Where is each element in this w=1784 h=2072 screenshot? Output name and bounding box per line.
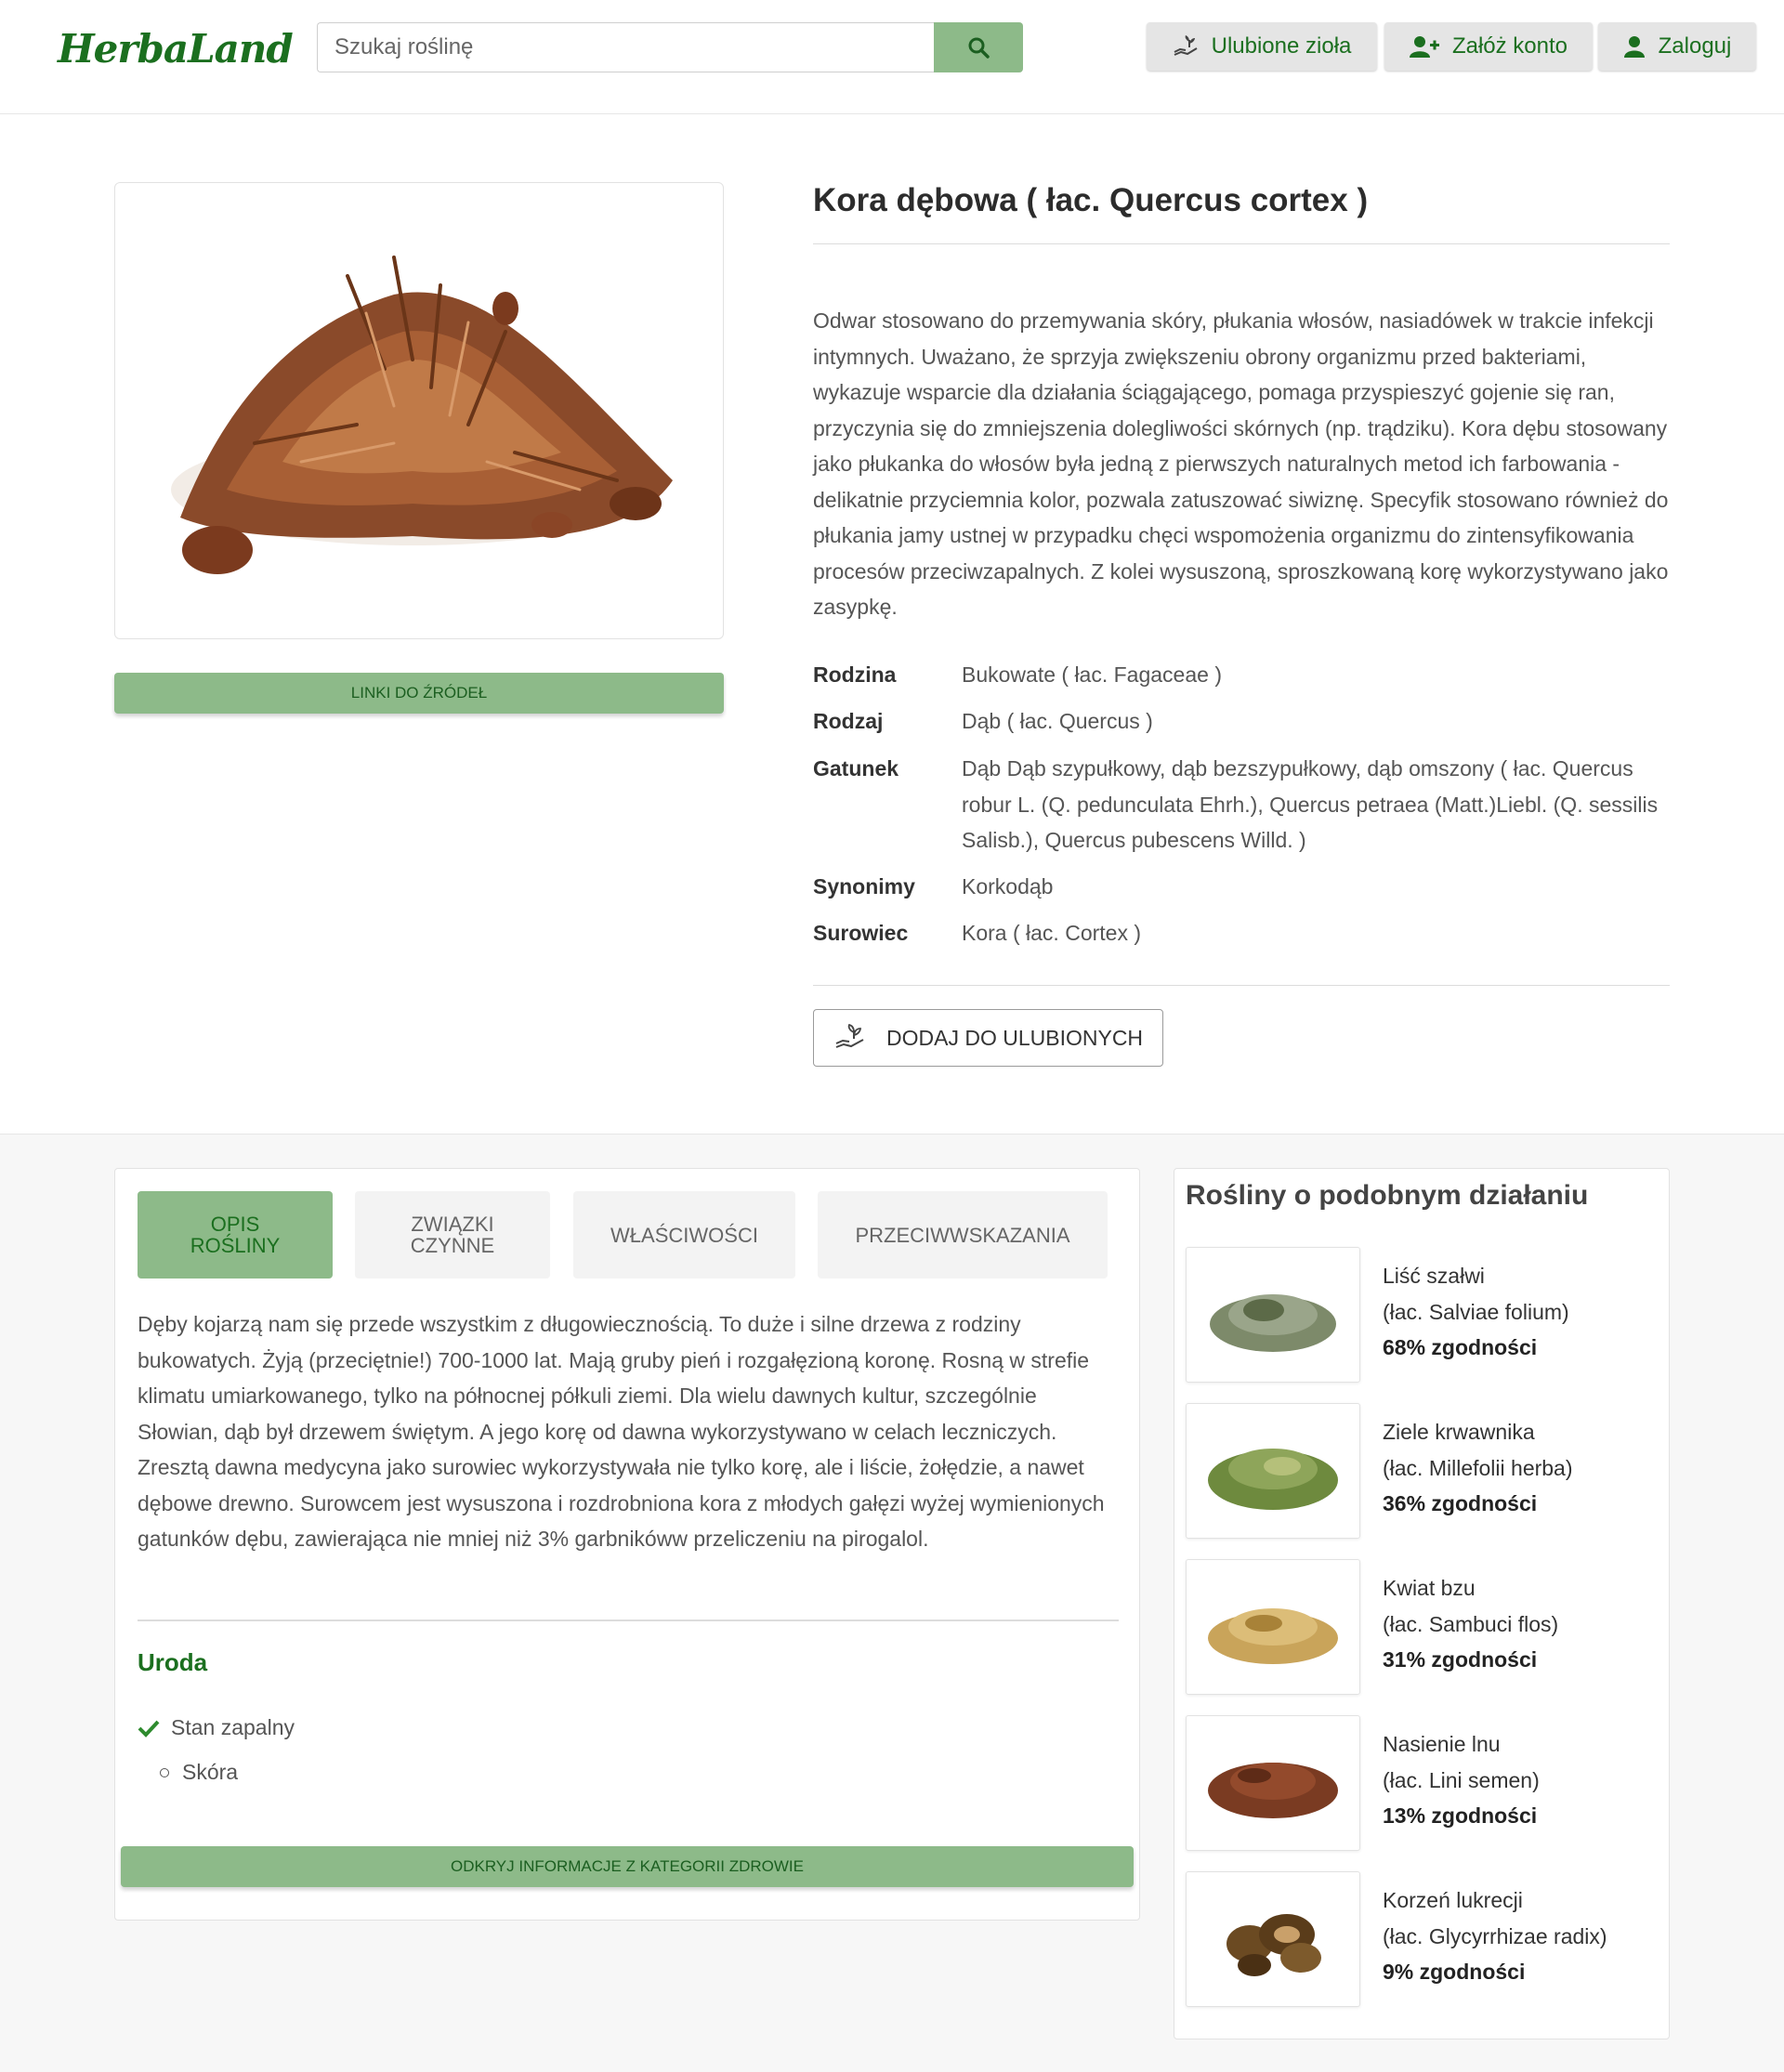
plant-latin: (łac. Salviae folium) <box>1383 1299 1569 1324</box>
search-icon <box>968 37 990 59</box>
plant-thumbnail <box>1186 1871 1360 2007</box>
info-row-synonyms: Synonimy Korkodąb <box>813 869 1670 905</box>
register-button[interactable]: Załóż konto <box>1384 22 1593 71</box>
similar-plant-item[interactable]: Liść szałwi (łac. Salviae folium) 68% zg… <box>1186 1247 1659 1383</box>
info-value[interactable]: Bukowate ( łac. Fagaceae ) <box>962 657 1670 693</box>
plant-match: 9% zgodności <box>1383 1960 1526 1984</box>
plant-match: 13% zgodności <box>1383 1803 1538 1828</box>
search-button[interactable] <box>934 22 1023 72</box>
info-row-genus: Rodzaj Dąb ( łac. Quercus ) <box>813 703 1670 740</box>
similar-plant-item[interactable]: Nasienie lnu (łac. Lini semen) 13% zgodn… <box>1186 1715 1659 1851</box>
info-row-species: Gatunek Dąb Dąb szypułkowy, dąb bezszypu… <box>813 751 1670 859</box>
plant-name: Liść szałwi <box>1383 1264 1485 1288</box>
info-value[interactable]: Kora ( łac. Cortex ) <box>962 915 1670 951</box>
plant-image <box>171 256 673 574</box>
add-to-favorites-button[interactable]: DODAJ DO ULUBIONYCH <box>813 1009 1163 1067</box>
info-label: Rodzina <box>813 662 897 687</box>
tab-contraindications[interactable]: PRZECIWWSKAZANIA <box>818 1191 1108 1279</box>
checked-list-item: Stan zapalny <box>138 1715 295 1740</box>
info-value[interactable]: Dąb ( łac. Quercus ) <box>962 703 1670 740</box>
info-label: Gatunek <box>813 756 899 780</box>
check-icon <box>138 1720 160 1738</box>
plant-info: Ziele krwawnika (łac. Millefolii herba) … <box>1383 1414 1573 1522</box>
plant-info: Liść szałwi (łac. Salviae folium) 68% zg… <box>1383 1258 1569 1366</box>
info-row-raw-material: Surowiec Kora ( łac. Cortex ) <box>813 915 1670 951</box>
register-label: Załóż konto <box>1451 33 1568 59</box>
plant-description: Odwar stosowano do przemywania skóry, pł… <box>813 308 1669 619</box>
info-divider <box>813 985 1670 986</box>
plant-match: 68% zgodności <box>1383 1335 1538 1359</box>
checked-item-label: Stan zapalny <box>171 1715 295 1739</box>
similar-plants-card: Rośliny o podobnym działaniu Liść szałwi… <box>1174 1168 1670 2039</box>
tab-content-divider <box>138 1620 1119 1621</box>
title-divider <box>813 243 1670 244</box>
user-icon <box>1623 36 1645 58</box>
logo-text[interactable]: HerbaLand <box>58 26 294 72</box>
search-bar <box>317 22 1023 72</box>
info-row-family: Rodzina Bukowate ( łac. Fagaceae ) <box>813 657 1670 693</box>
plant-thumbnail <box>1186 1715 1360 1851</box>
similar-plants-title: Rośliny o podobnym działaniu <box>1186 1180 1589 1211</box>
plant-name: Nasienie lnu <box>1383 1732 1501 1756</box>
tab-active-compounds[interactable]: ZWIĄZKI CZYNNE <box>355 1191 550 1279</box>
seed-pile-image <box>1208 1763 1338 1818</box>
tab-properties[interactable]: WŁAŚCIWOŚCI <box>573 1191 795 1279</box>
favorite-herbs-button[interactable]: Ulubione zioła <box>1147 22 1377 71</box>
plant-thumbnail <box>1186 1403 1360 1539</box>
herb-pile-image <box>1208 1449 1338 1510</box>
hand-plant-icon <box>1174 35 1198 56</box>
login-label: Zaloguj <box>1658 33 1732 59</box>
tab-content-text: Dęby kojarzą nam się przede wszystkim z … <box>138 1312 1105 1551</box>
tab-label: WŁAŚCIWOŚCI <box>610 1223 758 1247</box>
tab-label: ZWIĄZKI CZYNNE <box>410 1213 495 1257</box>
sources-links-button[interactable]: LINKI DO ŹRÓDEŁ <box>114 673 724 714</box>
plant-thumbnail <box>1186 1559 1360 1695</box>
bullet-icon <box>160 1767 169 1777</box>
favorite-herbs-label: Ulubione zioła <box>1211 33 1352 59</box>
search-input[interactable] <box>317 22 934 72</box>
info-value: Korkodąb <box>962 874 1054 898</box>
login-button[interactable]: Zaloguj <box>1598 22 1756 71</box>
tab-label: OPIS ROŚLINY <box>190 1213 281 1257</box>
user-plus-icon <box>1409 36 1439 58</box>
health-category-button[interactable]: ODKRYJ INFORMACJE Z KATEGORII ZDROWIE <box>121 1846 1134 1887</box>
add-to-favorites-label: DODAJ DO ULUBIONYCH <box>886 1025 1144 1050</box>
plant-name: Ziele krwawnika <box>1383 1420 1535 1444</box>
plant-match: 31% zgodności <box>1383 1647 1538 1672</box>
plant-name: Kwiat bzu <box>1383 1576 1476 1600</box>
info-label: Rodzaj <box>813 709 884 733</box>
plant-name: Korzeń lukrecji <box>1383 1888 1523 1912</box>
sub-item-label: Skóra <box>182 1760 239 1784</box>
site-header: HerbaLand Ulubione zioła Załóż konto Zal… <box>0 0 1784 114</box>
similar-plant-item[interactable]: Ziele krwawnika (łac. Millefolii herba) … <box>1186 1403 1659 1539</box>
tab-label: PRZECIWWSKAZANIA <box>855 1223 1070 1247</box>
plant-info: Kwiat bzu (łac. Sambuci flos) 31% zgodno… <box>1383 1570 1558 1678</box>
plant-latin: (łac. Sambuci flos) <box>1383 1611 1559 1636</box>
logo[interactable]: HerbaLand <box>48 19 294 80</box>
similar-plant-item[interactable]: Kwiat bzu (łac. Sambuci flos) 31% zgodno… <box>1186 1559 1659 1695</box>
plant-info: Korzeń lukrecji (łac. Glycyrrhizae radix… <box>1383 1882 1607 1990</box>
sub-list-item: Skóra <box>160 1760 238 1785</box>
plant-latin: (łac. Lini semen) <box>1383 1767 1540 1792</box>
plant-latin: (łac. Glycyrrhizae radix) <box>1383 1923 1607 1948</box>
herb-pile-image <box>1210 1294 1336 1352</box>
plant-latin: (łac. Millefolii herba) <box>1383 1455 1573 1480</box>
plant-tabs-card: OPIS ROŚLINY ZWIĄZKI CZYNNE WŁAŚCIWOŚCI … <box>114 1168 1140 1921</box>
plant-match: 36% zgodności <box>1383 1491 1538 1515</box>
similar-plant-item[interactable]: Korzeń lukrecji (łac. Glycyrrhizae radix… <box>1186 1871 1659 2007</box>
info-value: Dąb Dąb szypułkowy, dąb bezszypułkowy, d… <box>962 756 1659 852</box>
tab-plant-description[interactable]: OPIS ROŚLINY <box>138 1191 333 1279</box>
root-pile-image <box>1226 1914 1321 1976</box>
plant-image-card <box>114 182 724 639</box>
info-label: Surowiec <box>813 921 909 945</box>
herb-pile-image <box>1208 1608 1338 1664</box>
page-title: Kora dębowa ( łac. Quercus cortex ) <box>813 182 1369 218</box>
plant-info: Nasienie lnu (łac. Lini semen) 13% zgodn… <box>1383 1726 1540 1834</box>
info-label: Synonimy <box>813 874 915 898</box>
plant-thumbnail <box>1186 1247 1360 1383</box>
hand-plant-icon <box>835 1024 864 1048</box>
category-title: Uroda <box>138 1648 208 1676</box>
